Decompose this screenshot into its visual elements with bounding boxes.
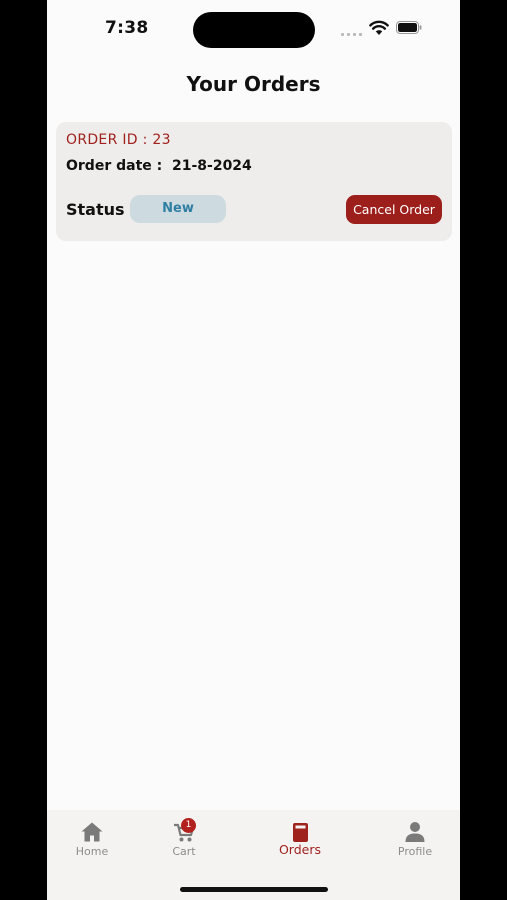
orders-icon bbox=[293, 823, 308, 842]
tab-profile-label: Profile bbox=[397, 845, 433, 858]
status-bar: 7:38 bbox=[47, 0, 460, 60]
page-title: Your Orders bbox=[186, 72, 321, 96]
tab-orders-label: Orders bbox=[278, 842, 322, 857]
status-time: 7:38 bbox=[105, 18, 149, 38]
order-id: ORDER ID : 23 bbox=[66, 132, 171, 148]
home-indicator bbox=[180, 887, 328, 892]
tab-home[interactable]: Home bbox=[52, 810, 132, 870]
home-icon bbox=[81, 822, 103, 842]
status-label: Status bbox=[66, 200, 125, 219]
tab-home-label: Home bbox=[75, 845, 109, 858]
tab-cart[interactable]: 1 Cart bbox=[144, 810, 224, 870]
profile-icon bbox=[405, 822, 425, 842]
status-badge: New bbox=[130, 195, 226, 223]
cellular-signal-icon bbox=[341, 28, 363, 36]
order-date: Order date : 21-8-2024 bbox=[66, 158, 252, 174]
phone-screen: 7:38 Your Orders ORDER ID : 23 Order dat… bbox=[47, 0, 460, 900]
tab-orders[interactable]: Orders bbox=[260, 810, 340, 870]
order-card: ORDER ID : 23 Order date : 21-8-2024 Sta… bbox=[56, 122, 452, 241]
cancel-order-button[interactable]: Cancel Order bbox=[346, 195, 442, 224]
cart-count-badge: 1 bbox=[181, 818, 196, 833]
tab-profile[interactable]: Profile bbox=[375, 810, 455, 870]
wifi-icon bbox=[369, 20, 389, 35]
dynamic-island bbox=[193, 12, 315, 48]
tab-cart-label: Cart bbox=[172, 845, 196, 858]
battery-icon bbox=[396, 21, 422, 34]
